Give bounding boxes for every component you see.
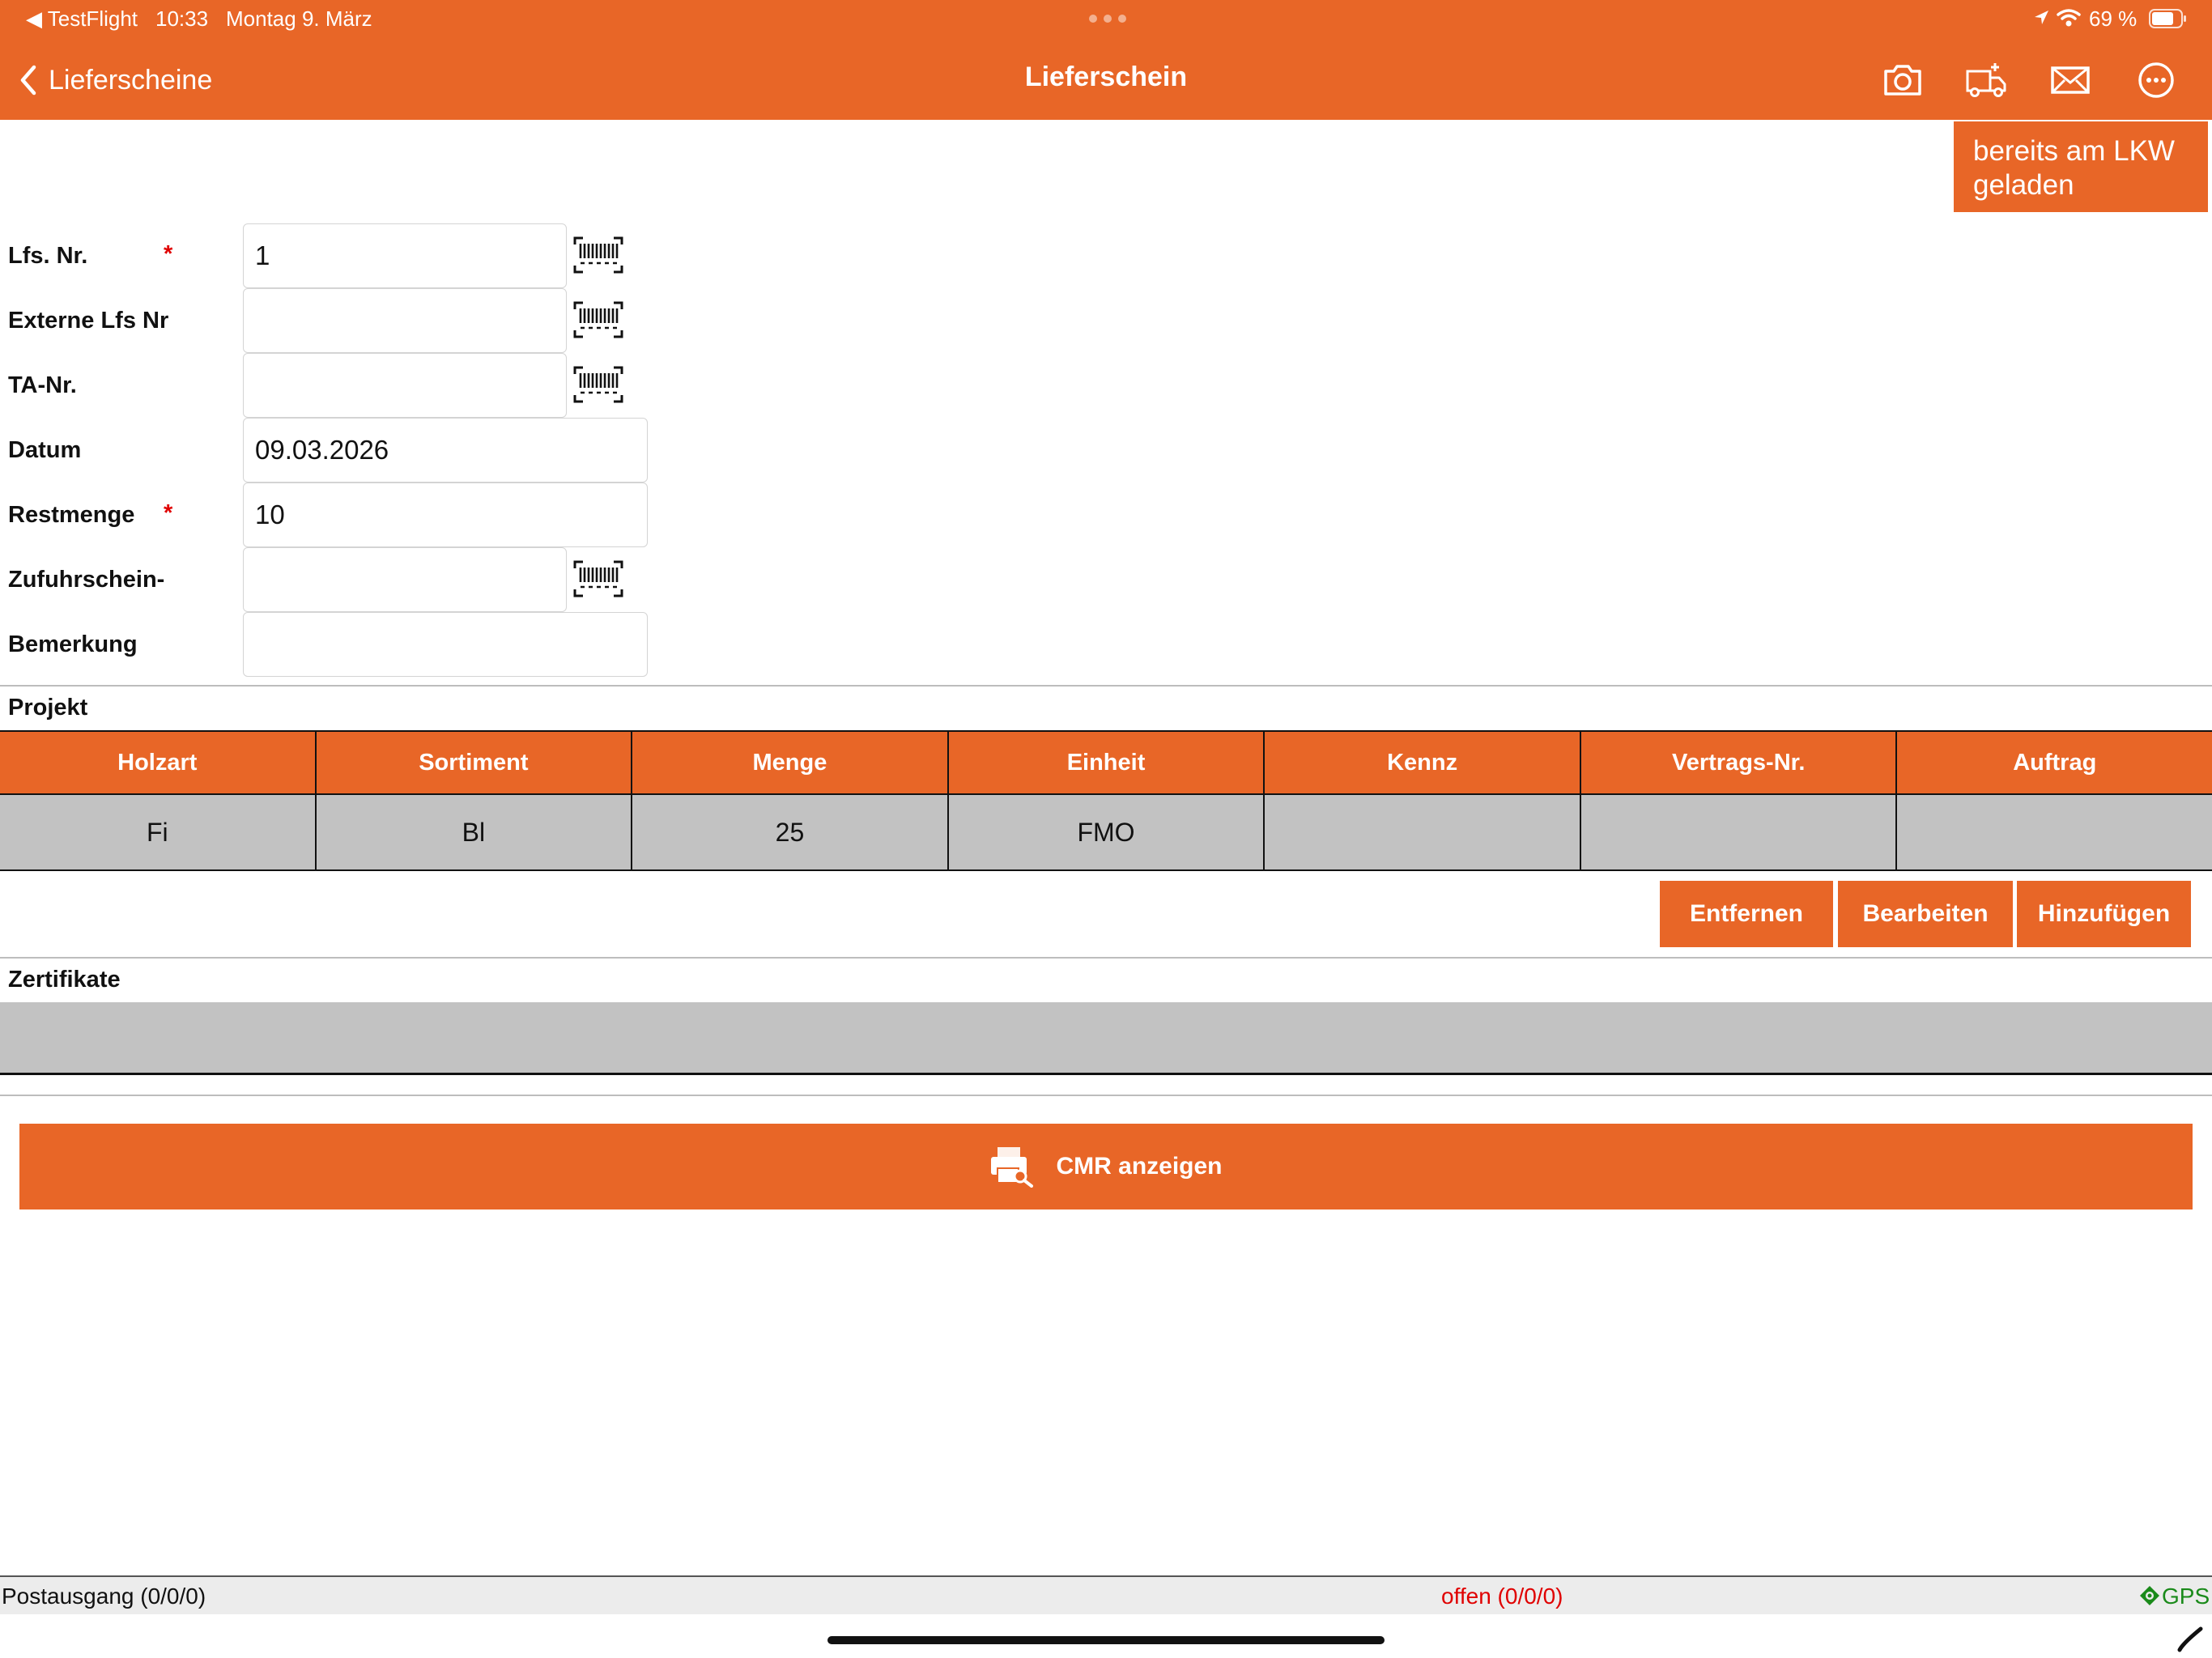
truck-add-button[interactable] (1963, 57, 2010, 104)
add-button[interactable]: Hinzufügen (2017, 881, 2191, 947)
gps-status: GPS (2162, 1584, 2210, 1609)
lfs-nr-required-mark: * (164, 241, 173, 267)
battery-icon (2149, 9, 2186, 28)
cmr-show-button[interactable]: CMR anzeigen (19, 1124, 2193, 1209)
column-header-kennz[interactable]: Kennz (1265, 732, 1581, 793)
zertifikate-list[interactable] (0, 1002, 2212, 1075)
zufuhrschein-label: Zufuhrschein- (8, 566, 165, 593)
barcode-icon (573, 301, 623, 338)
column-header-einheit[interactable]: Einheit (949, 732, 1266, 793)
status-back-app[interactable]: ◀ TestFlight (26, 6, 138, 32)
restmenge-required-mark: * (164, 500, 173, 526)
remove-button[interactable]: Entfernen (1660, 881, 1833, 947)
navigation-bar: Lieferscheine Lieferschein (0, 39, 2212, 120)
camera-icon (1884, 65, 1921, 96)
column-header-auftrag[interactable]: Auftrag (1897, 732, 2212, 793)
datum-label: Datum (8, 436, 82, 463)
barcode-icon (573, 366, 623, 403)
restmenge-label: Restmenge (8, 501, 135, 528)
status-date: Montag 9. März (226, 6, 372, 31)
truck-add-icon (1966, 63, 2006, 97)
ta-nr-input[interactable] (243, 353, 567, 418)
restmenge-input[interactable] (243, 483, 648, 547)
table-cell: 25 (632, 795, 949, 869)
table-row[interactable]: Fi Bl 25 FMO (0, 795, 2212, 871)
lfs-nr-scan-button[interactable] (573, 236, 623, 274)
divider (0, 957, 2212, 959)
gps-icon (2140, 1586, 2159, 1605)
table-cell (1581, 795, 1898, 869)
ta-nr-label: TA-Nr. (8, 372, 77, 398)
column-header-sortiment[interactable]: Sortiment (317, 732, 633, 793)
externe-lfs-nr-input[interactable] (243, 288, 567, 353)
wifi-icon (2057, 9, 2081, 27)
column-header-vertrags-nr[interactable]: Vertrags-Nr. (1581, 732, 1898, 793)
zufuhrschein-input[interactable] (243, 547, 567, 612)
projekt-section-label: Projekt (8, 695, 88, 721)
barcode-icon (573, 236, 623, 274)
bemerkung-input[interactable] (243, 612, 648, 677)
mail-button[interactable] (2047, 57, 2094, 104)
bemerkung-label: Bemerkung (8, 631, 138, 657)
lfs-nr-label: Lfs. Nr. (8, 242, 88, 269)
multitasking-dots[interactable] (1089, 15, 1126, 23)
table-cell (1897, 795, 2212, 869)
divider (0, 685, 2212, 687)
battery-percent: 69 % (2089, 6, 2138, 31)
status-time: 10:33 (155, 6, 209, 31)
barcode-icon (573, 560, 623, 597)
divider (0, 1095, 2212, 1096)
column-header-holzart[interactable]: Holzart (0, 732, 317, 793)
more-button[interactable] (2133, 57, 2180, 104)
open-status[interactable]: offen (0/0/0) (1441, 1584, 1563, 1609)
pencil-icon[interactable] (2176, 1626, 2206, 1653)
ta-nr-scan-button[interactable] (573, 366, 623, 403)
projekt-table-header: Holzart Sortiment Menge Einheit Kennz Ve… (0, 730, 2212, 795)
camera-button[interactable] (1879, 57, 1926, 104)
column-header-menge[interactable]: Menge (632, 732, 949, 793)
zufuhrschein-scan-button[interactable] (573, 560, 623, 597)
location-icon (2035, 11, 2048, 24)
table-cell: FMO (949, 795, 1266, 869)
table-cell (1265, 795, 1581, 869)
status-bar: ◀ TestFlight 10:33 Montag 9. März 69 % (0, 0, 2212, 39)
lfs-nr-input[interactable] (243, 223, 567, 288)
mail-icon (2051, 66, 2090, 94)
zertifikate-section-label: Zertifikate (8, 967, 121, 993)
externe-lfs-nr-label: Externe Lfs Nr (8, 307, 169, 334)
table-cell: Fi (0, 795, 317, 869)
datum-input[interactable] (243, 418, 648, 483)
edit-button[interactable]: Bearbeiten (1838, 881, 2013, 947)
print-preview-icon (991, 1147, 1034, 1188)
table-cell: Bl (317, 795, 633, 869)
outbox-status[interactable]: Postausgang (0/0/0) (2, 1584, 206, 1609)
cmr-show-label: CMR anzeigen (1056, 1153, 1223, 1180)
externe-lfs-nr-scan-button[interactable] (573, 301, 623, 338)
footer-bar: Postausgang (0/0/0) offen (0/0/0) GPS (0, 1575, 2212, 1614)
home-indicator[interactable] (827, 1636, 1385, 1644)
more-icon (2138, 62, 2174, 98)
loaded-on-truck-button[interactable]: bereits am LKW geladen (1954, 121, 2208, 212)
